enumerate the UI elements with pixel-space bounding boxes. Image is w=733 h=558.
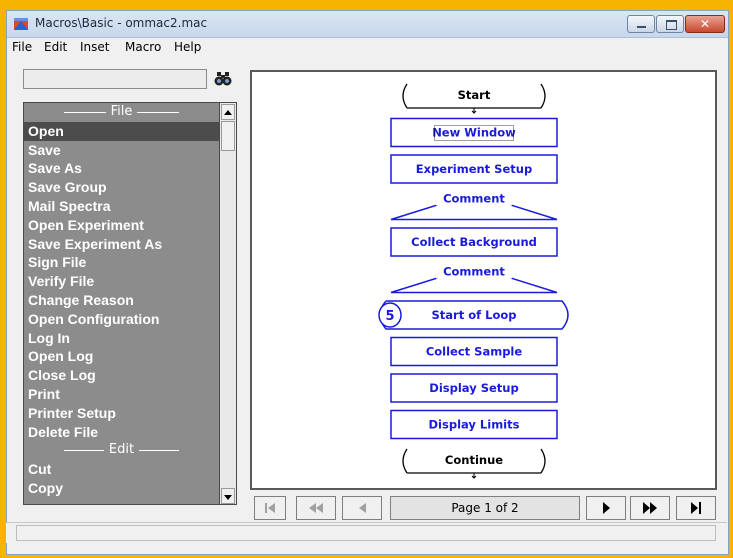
list-item[interactable]: Change Reason (24, 291, 219, 310)
list-item[interactable]: Save (24, 141, 219, 160)
list-item[interactable]: Close Log (24, 366, 219, 385)
flow-node-label: Display Setup (429, 381, 518, 395)
scroll-up-button[interactable] (221, 104, 235, 120)
list-section-header: Edit (24, 441, 219, 460)
flow-node-label: Comment (443, 265, 505, 279)
app-icon (14, 18, 28, 30)
arrow-left-icon (359, 503, 366, 513)
terminal-right-bracket (540, 83, 546, 109)
rewind-icon (309, 503, 323, 513)
previous-page-button[interactable] (342, 496, 382, 520)
flow-node-label: Display Limits (429, 418, 520, 432)
flow-node-label: Start of Loop (432, 308, 517, 322)
list-scrollbar[interactable] (220, 102, 237, 505)
minimize-button[interactable] (627, 15, 655, 33)
menu-bar: File Edit Inset Macro Help (7, 38, 728, 57)
list-item[interactable]: Printer Setup (24, 404, 219, 423)
down-arrow-icon (471, 108, 477, 114)
flow-node-label: Start (458, 88, 491, 102)
status-field (16, 525, 716, 541)
list-item[interactable]: Print (24, 385, 219, 404)
window-title: Macros\Basic - ommac2.mac (35, 16, 208, 30)
section-label: Edit (103, 442, 140, 458)
scroll-down-button[interactable] (221, 488, 235, 504)
list-item[interactable]: Cut (24, 460, 219, 479)
arrow-up-icon (224, 110, 232, 115)
list-item[interactable]: Save Experiment As (24, 235, 219, 254)
flowchart-canvas[interactable]: Start New Window Experiment Setup Comment Co… (250, 70, 717, 490)
next-fast-button[interactable] (630, 496, 670, 520)
flow-node-label: Experiment Setup (416, 162, 532, 176)
flow-node-label: Collect Background (411, 235, 537, 249)
search-input[interactable] (23, 69, 207, 89)
flow-node-label: New Window (432, 126, 516, 140)
list-item[interactable]: Save Group (24, 178, 219, 197)
terminal-right-bracket (540, 448, 546, 474)
flow-node-label: Continue (445, 453, 503, 467)
down-arrow-icon (471, 473, 477, 479)
flowchart: Start New Window Experiment Setup Comment Co… (378, 83, 569, 479)
menu-insert[interactable]: Inset (80, 40, 109, 54)
page-indicator: Page 1 of 2 (390, 496, 580, 520)
first-page-button[interactable] (254, 496, 286, 520)
loop-count: 5 (385, 309, 394, 324)
scroll-thumb[interactable] (221, 121, 235, 151)
flow-node-label: Collect Sample (426, 345, 523, 359)
section-label: File (105, 104, 138, 119)
arrow-down-icon (224, 495, 232, 500)
close-icon: ✕ (699, 17, 711, 31)
list-item[interactable]: Copy (24, 479, 219, 498)
menu-edit[interactable]: Edit (44, 40, 67, 54)
maximize-button[interactable] (656, 15, 684, 33)
menu-macro[interactable]: Macro (125, 40, 161, 54)
list-item[interactable]: Open (24, 121, 219, 141)
command-list[interactable]: File Open Save Save As Save Group Mail Spectr… (23, 102, 220, 505)
list-item[interactable]: Open Configuration (24, 310, 219, 329)
list-item[interactable]: Save As (24, 159, 219, 178)
list-section-header: File (24, 103, 219, 122)
arrow-right-icon (603, 502, 610, 514)
menu-help[interactable]: Help (174, 40, 201, 54)
list-item[interactable]: Mail Spectra (24, 197, 219, 216)
terminal-left-bracket (402, 448, 408, 474)
last-page-icon (691, 502, 701, 514)
status-bar (6, 522, 727, 543)
list-item[interactable]: Open Log (24, 347, 219, 366)
next-page-button[interactable] (586, 496, 626, 520)
fast-forward-icon (643, 502, 657, 514)
list-item[interactable]: Delete File (24, 423, 219, 442)
list-item[interactable]: Open Experiment (24, 216, 219, 235)
first-page-icon (265, 503, 275, 513)
last-page-button[interactable] (676, 496, 716, 520)
close-button[interactable]: ✕ (685, 15, 725, 33)
terminal-left-bracket (402, 83, 408, 109)
list-item[interactable]: Log In (24, 329, 219, 348)
previous-fast-button[interactable] (296, 496, 336, 520)
title-bar[interactable]: Macros\Basic - ommac2.mac ✕ (7, 11, 728, 38)
menu-file[interactable]: File (12, 40, 32, 54)
flow-node-label: Comment (443, 192, 505, 206)
list-item[interactable]: Sign File (24, 253, 219, 272)
list-item[interactable]: Verify File (24, 272, 219, 291)
binoculars-icon[interactable] (214, 71, 232, 87)
